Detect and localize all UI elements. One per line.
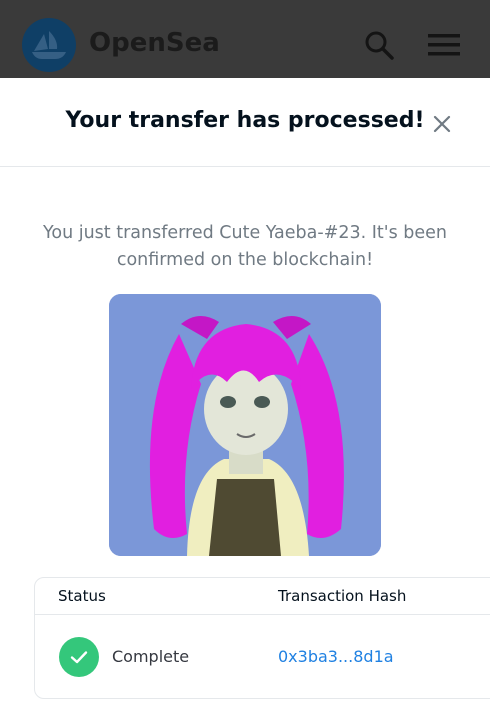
search-icon[interactable] xyxy=(364,30,394,60)
transfer-complete-modal: Your transfer has processed! You just tr… xyxy=(0,78,490,703)
transaction-table: Status Transaction Hash Complete 0x3ba3.… xyxy=(34,577,490,699)
status-value: Complete xyxy=(112,647,190,666)
menu-icon[interactable] xyxy=(428,33,460,57)
transfer-message: You just transferred Cute Yaeba-#23. It'… xyxy=(43,223,447,270)
transaction-hash-link[interactable]: 0x3ba3...8d1a xyxy=(278,647,394,666)
brand-name[interactable]: OpenSea xyxy=(89,28,220,58)
modal-title: Your transfer has processed! xyxy=(65,108,425,133)
opensea-logo-icon[interactable] xyxy=(22,18,76,72)
status-column-header: Status xyxy=(58,587,106,605)
nft-image xyxy=(109,294,381,556)
check-circle-icon xyxy=(59,637,99,677)
table-header-row: Status Transaction Hash xyxy=(35,578,490,615)
modal-header: Your transfer has processed! xyxy=(0,78,490,167)
top-nav-bar: OpenSea xyxy=(0,0,490,78)
hash-column-header: Transaction Hash xyxy=(278,587,407,605)
close-icon[interactable] xyxy=(432,114,452,134)
